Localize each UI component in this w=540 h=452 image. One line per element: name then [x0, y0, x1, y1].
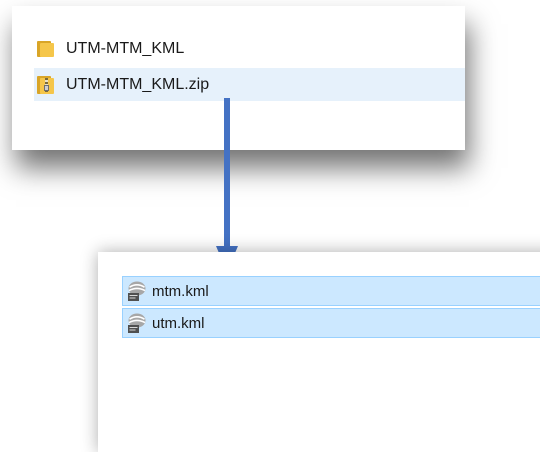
zip-folder-icon	[37, 75, 54, 94]
kml-file-icon	[128, 313, 146, 333]
kml-file-label: utm.kml	[152, 314, 205, 332]
zip-file-item[interactable]: UTM-MTM_KML.zip	[34, 68, 465, 101]
kml-file-label: mtm.kml	[152, 282, 209, 300]
folder-item-label: UTM-MTM_KML	[66, 40, 185, 57]
kml-file-item[interactable]: utm.kml	[122, 308, 540, 338]
zip-contents-panel: mtm.kml utm.kml	[98, 252, 540, 452]
kml-file-icon	[128, 281, 146, 301]
zip-file-label: UTM-MTM_KML.zip	[66, 75, 210, 93]
folder-icon	[37, 41, 54, 57]
down-arrow-icon	[216, 98, 238, 272]
kml-file-item[interactable]: mtm.kml	[122, 276, 540, 306]
folder-item[interactable]: UTM-MTM_KML	[34, 35, 454, 63]
